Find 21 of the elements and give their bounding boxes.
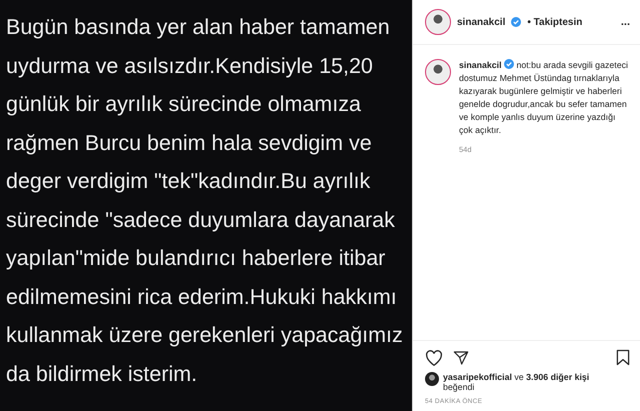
avatar[interactable]	[425, 9, 451, 35]
share-button[interactable]	[453, 350, 469, 366]
like-button[interactable]	[425, 350, 443, 366]
liker-avatar[interactable]	[425, 372, 439, 386]
post-text-line: deger verdigim "tek"kadındır.Bu ayrılık	[6, 168, 372, 195]
likes-text: yasaripekofficial ve 3.906 diğer kişi beğendi	[443, 372, 590, 392]
post-text-line: kullanmak üzere gerekenleri yapacağımız	[6, 322, 404, 349]
post-text-line: edilmemesini rica ederim.Hukuki hakkımı	[6, 284, 398, 310]
post-text-line: Bugün basında yer alan haber tamamen	[6, 14, 391, 41]
avatar[interactable]	[425, 59, 451, 85]
post-text-line: uydurma ve asılsızdır.Kendisiyle 15,20	[6, 52, 374, 80]
post-text-line: yapılan"mide bulandırıcı haberlere itibar	[6, 245, 386, 272]
more-button[interactable]: ...	[620, 16, 630, 28]
username[interactable]: sinanakcil	[457, 16, 506, 28]
caption-text: sinanakcil not:bu arada sevgili gazeteci dostumuz Mehmet Üstündag tırnaklarıyla kazıyarak bugünlere gelmiştir ve haberleri genelde dogrudur,ancak bu sefer tamamen ve komple yanlıs duyum üzerine yazdığı çok açıktır.	[459, 59, 629, 137]
post-text-line: günlük bir ayrılık sürecinde olmamıza	[6, 91, 362, 118]
save-button[interactable]	[616, 349, 630, 366]
post-text-line: da bildirmek isterim.	[6, 360, 198, 388]
follow-status[interactable]: • Takiptesin	[527, 16, 582, 28]
post-text-line: sürecinde "sadece duyumlara dayanarak	[6, 206, 396, 234]
post-text-line: rağmen Burcu benim hala sevdigim ve	[6, 130, 373, 156]
